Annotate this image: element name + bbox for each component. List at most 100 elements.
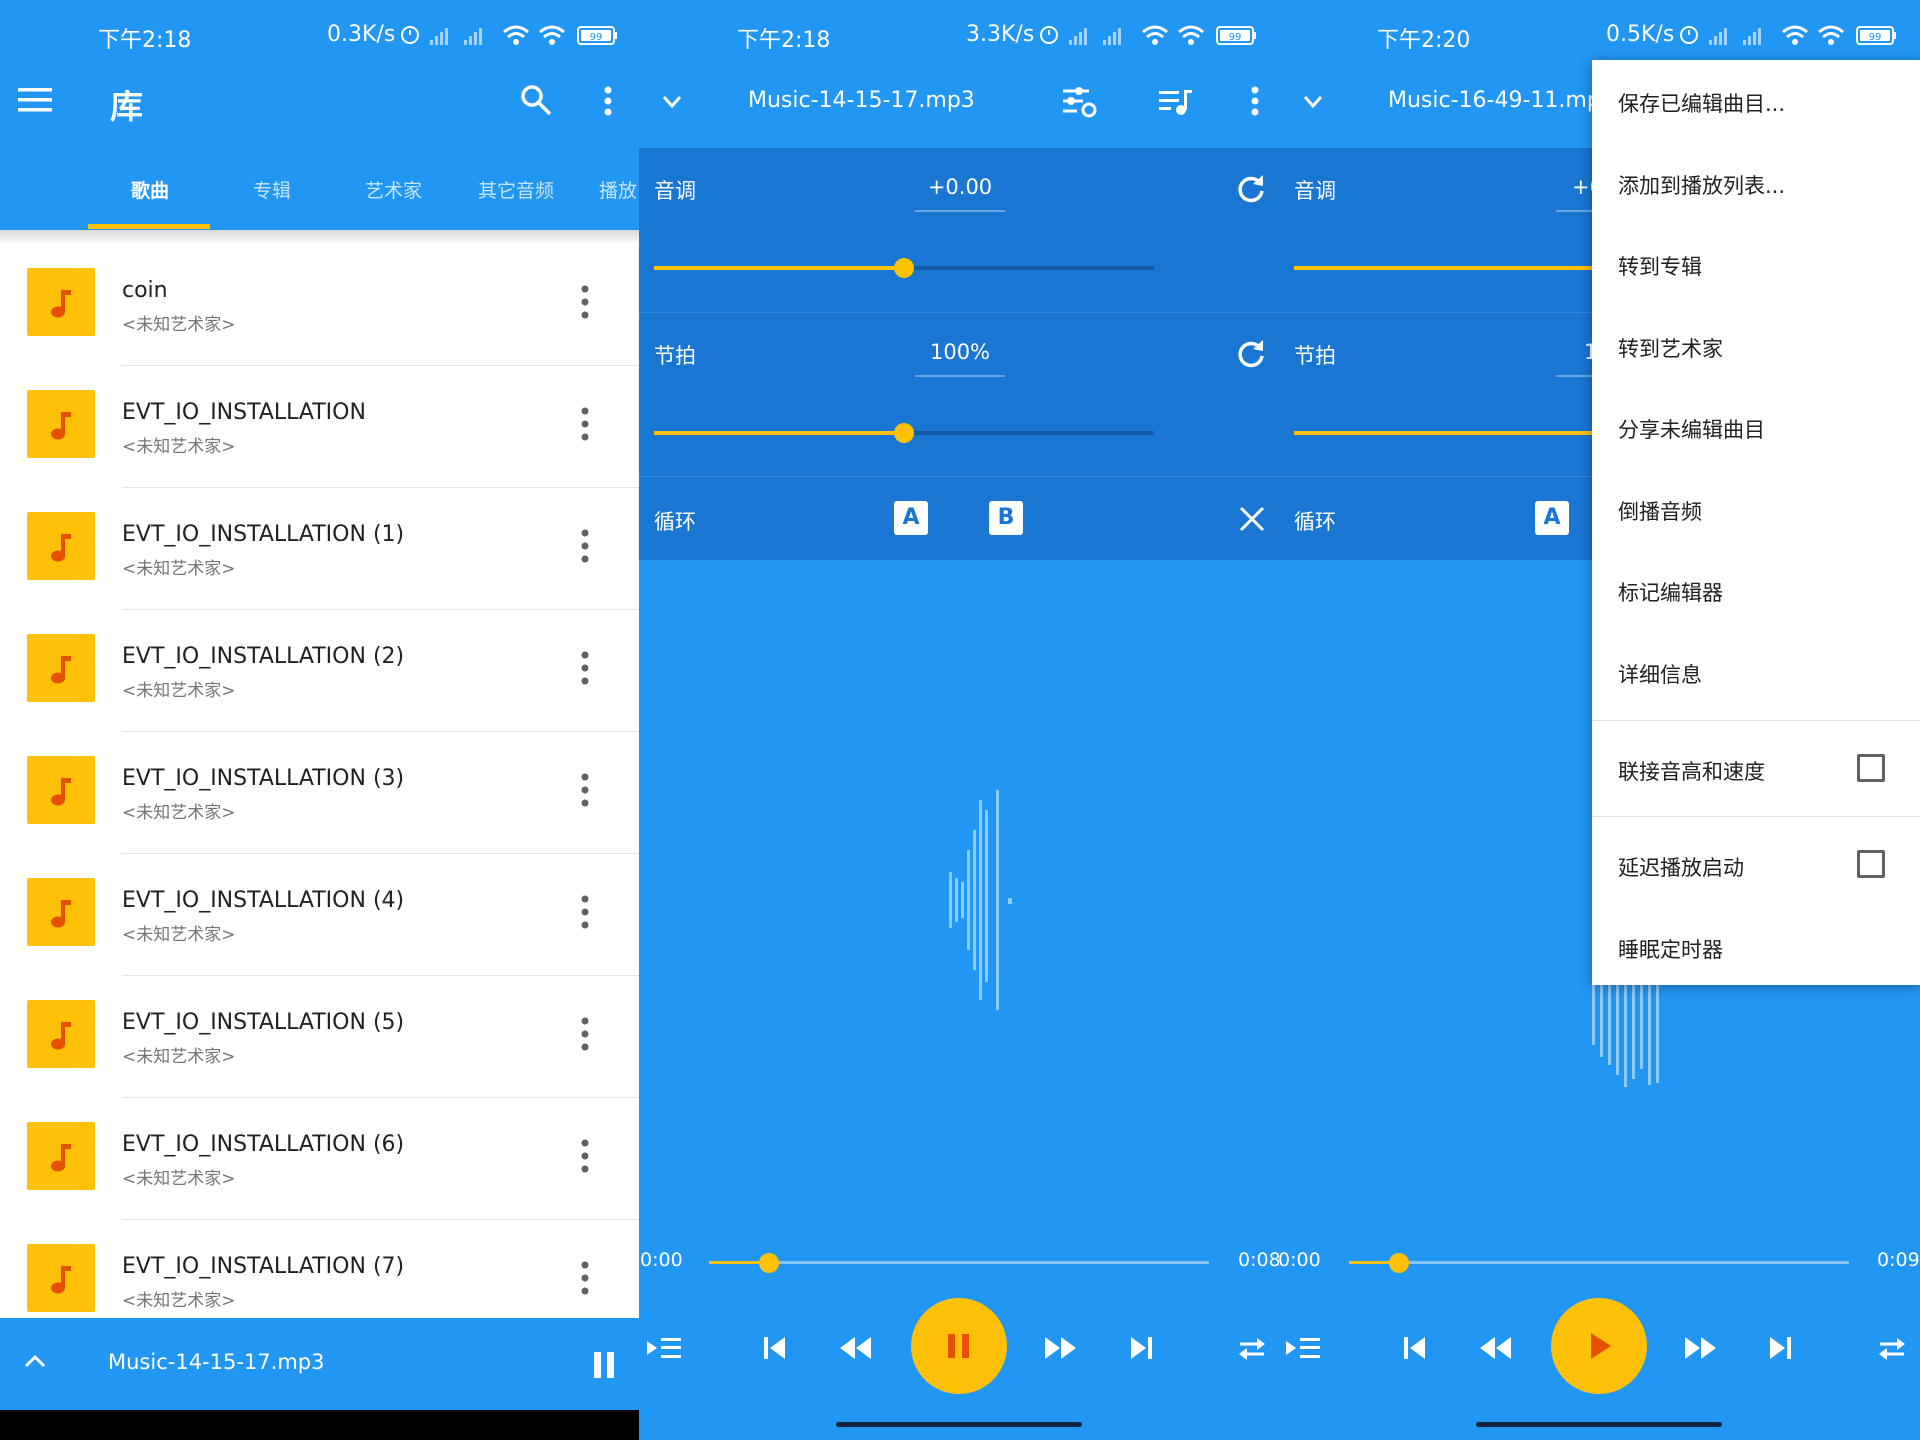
song-artist: <未知艺术家>	[122, 437, 236, 457]
mini-player[interactable]: Music-14-15-17.mp3	[0, 1318, 639, 1410]
pitch-value[interactable]: +0.00	[915, 175, 1005, 199]
more-vert-icon[interactable]	[574, 284, 596, 320]
song-artist: <未知艺术家>	[122, 1291, 236, 1311]
playlist-add-icon[interactable]	[647, 1336, 681, 1360]
tab-albums[interactable]: 专辑	[253, 176, 291, 203]
more-vert-icon[interactable]	[574, 1260, 596, 1296]
song-list-item[interactable]: EVT_IO_INSTALLATION (6) <未知艺术家>	[0, 1098, 639, 1220]
music-note-icon	[51, 656, 71, 684]
tab-artists[interactable]: 艺术家	[365, 176, 422, 203]
close-icon[interactable]	[1239, 506, 1265, 532]
track-file-name: Music-14-15-17.mp3	[748, 88, 975, 113]
menu-item[interactable]: 详细信息	[1592, 631, 1920, 712]
link-pitch-speed-checkbox[interactable]	[1857, 754, 1885, 782]
tab-songs[interactable]: 歌曲	[131, 176, 169, 203]
repeat-icon[interactable]	[1237, 1334, 1267, 1362]
menu-item[interactable]: 倒播音频	[1592, 468, 1920, 549]
more-vert-icon[interactable]	[574, 528, 596, 564]
pitch-label: 音调	[654, 179, 696, 203]
seek-track[interactable]	[1349, 1261, 1849, 1264]
chevron-down-icon[interactable]	[662, 95, 682, 109]
chevron-down-icon[interactable]	[1303, 95, 1323, 109]
song-artist: <未知艺术家>	[122, 925, 236, 945]
skip-next-icon[interactable]	[1768, 1336, 1792, 1360]
menu-item-label: 睡眠定时器	[1618, 938, 1723, 962]
song-list-item[interactable]: EVT_IO_INSTALLATION (4) <未知艺术家>	[0, 854, 639, 976]
menu-icon[interactable]	[18, 88, 52, 112]
song-list-item[interactable]: EVT_IO_INSTALLATION (1) <未知艺术家>	[0, 488, 639, 610]
menu-item[interactable]: 保存已编辑曲目...	[1592, 60, 1920, 141]
song-list-item[interactable]: coin <未知艺术家>	[0, 244, 639, 366]
reset-tempo-icon[interactable]	[1236, 339, 1266, 369]
pitch-slider[interactable]	[1294, 266, 1594, 270]
music-note-icon	[51, 900, 71, 928]
rewind-icon[interactable]	[1479, 1336, 1513, 1360]
skip-previous-icon[interactable]	[1403, 1336, 1427, 1360]
song-list-item[interactable]: EVT_IO_INSTALLATION <未知艺术家>	[0, 366, 639, 488]
album-art	[27, 1122, 95, 1190]
album-art	[27, 390, 95, 458]
play-button[interactable]	[1551, 1298, 1647, 1394]
menu-item-sleep-timer[interactable]: 睡眠定时器	[1592, 906, 1920, 987]
loop-a-button[interactable]: A	[1535, 501, 1569, 535]
slider-thumb[interactable]	[894, 423, 914, 443]
menu-item[interactable]: 转到专辑	[1592, 223, 1920, 304]
menu-item-delay-start[interactable]: 延迟播放启动	[1592, 824, 1920, 905]
loop-label: 循环	[1294, 510, 1336, 534]
menu-item[interactable]: 标记编辑器	[1592, 549, 1920, 630]
fast-forward-icon[interactable]	[1684, 1336, 1718, 1360]
chevron-up-icon[interactable]	[24, 1354, 46, 1368]
pause-button[interactable]	[911, 1298, 1007, 1394]
song-list-item[interactable]: EVT_IO_INSTALLATION (3) <未知艺术家>	[0, 732, 639, 854]
track-file-name: Music-16-49-11.mp3	[1388, 88, 1615, 113]
waveform-tail	[996, 790, 1012, 1010]
more-vert-icon[interactable]	[1251, 86, 1259, 116]
tempo-slider[interactable]	[1294, 431, 1594, 435]
song-title: EVT_IO_INSTALLATION (1)	[122, 522, 405, 547]
menu-item-link-pitch-speed[interactable]: 联接音高和速度	[1592, 728, 1920, 809]
pause-icon[interactable]	[593, 1352, 615, 1378]
more-vert-icon[interactable]	[604, 86, 612, 116]
slider-thumb[interactable]	[894, 258, 914, 278]
seek-track[interactable]	[709, 1261, 1209, 1264]
loop-a-button[interactable]: A	[894, 501, 928, 535]
delay-start-checkbox[interactable]	[1857, 850, 1885, 878]
loop-b-button[interactable]: B	[989, 501, 1023, 535]
elapsed-time: 0:00	[1279, 1249, 1321, 1271]
repeat-icon[interactable]	[1877, 1334, 1907, 1362]
tab-playlists[interactable]: 播放	[599, 176, 637, 203]
reset-pitch-icon[interactable]	[1236, 174, 1266, 204]
more-vert-icon[interactable]	[574, 894, 596, 930]
tempo-value[interactable]: 100%	[915, 340, 1005, 364]
loop-label: 循环	[654, 510, 696, 534]
music-note-icon	[51, 412, 71, 440]
more-vert-icon[interactable]	[574, 650, 596, 686]
skip-previous-icon[interactable]	[763, 1336, 787, 1360]
music-note-icon	[51, 534, 71, 562]
menu-item[interactable]: 转到艺术家	[1592, 305, 1920, 386]
rewind-icon[interactable]	[839, 1336, 873, 1360]
more-vert-icon[interactable]	[574, 1138, 596, 1174]
song-artist: <未知艺术家>	[122, 559, 236, 579]
song-list-item[interactable]: EVT_IO_INSTALLATION (2) <未知艺术家>	[0, 610, 639, 732]
equalizer-settings-icon[interactable]	[1063, 86, 1097, 118]
more-vert-icon[interactable]	[574, 406, 596, 442]
seek-thumb[interactable]	[1389, 1253, 1409, 1273]
menu-item[interactable]: 添加到播放列表...	[1592, 142, 1920, 223]
menu-divider	[1592, 720, 1920, 721]
menu-item[interactable]: 分享未编辑曲目	[1592, 386, 1920, 467]
total-time: 0:09	[1877, 1249, 1920, 1271]
music-note-icon	[51, 1144, 71, 1172]
more-vert-icon[interactable]	[574, 1016, 596, 1052]
song-list-item[interactable]: EVT_IO_INSTALLATION (5) <未知艺术家>	[0, 976, 639, 1098]
fast-forward-icon[interactable]	[1044, 1336, 1078, 1360]
skip-next-icon[interactable]	[1129, 1336, 1153, 1360]
more-vert-icon[interactable]	[574, 772, 596, 808]
playlist-add-icon[interactable]	[1286, 1336, 1320, 1360]
seek-thumb[interactable]	[759, 1253, 779, 1273]
menu-item-label: 转到专辑	[1618, 255, 1702, 279]
search-icon[interactable]	[520, 84, 552, 116]
tab-other-audio[interactable]: 其它音频	[478, 176, 554, 203]
queue-music-icon[interactable]	[1159, 88, 1193, 116]
status-bar: 下午2:18 3.3K/s 99	[639, 0, 1279, 56]
